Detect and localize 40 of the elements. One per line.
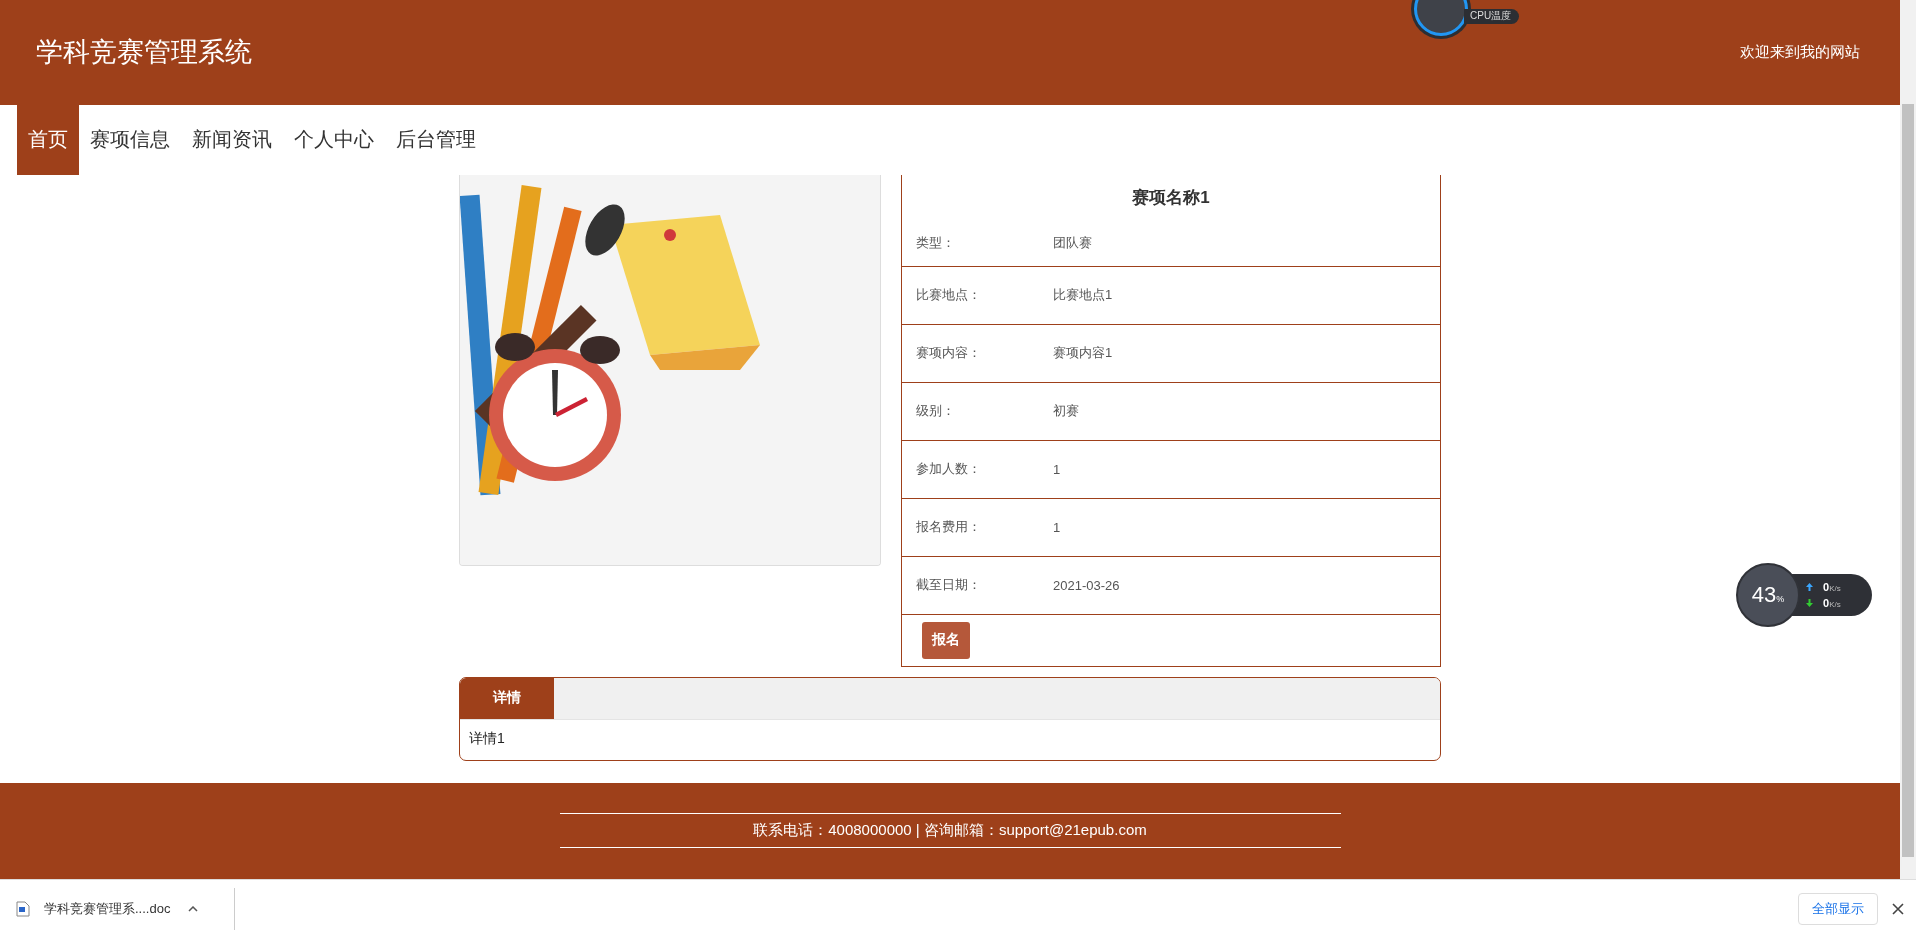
field-value: 初赛 [1053,402,1079,421]
upload-arrow-icon [1806,583,1813,591]
file-name[interactable]: 学科竞赛管理系....doc [44,900,174,918]
field-value: 团队赛 [1053,233,1092,252]
field-label: 参加人数： [916,460,982,479]
nav-item[interactable]: 后台管理 [385,104,487,175]
field-label: 比赛地点： [916,286,982,305]
upload-speed: 0K/s [1823,581,1841,593]
show-all-button[interactable]: 全部显示 [1798,893,1878,925]
field-value: 2021-03-26 [1053,577,1120,593]
field-value: 赛项内容1 [1053,344,1113,363]
field-value: 1 [1053,461,1061,477]
percent-sign: % [1776,594,1785,604]
competition-title: 赛项名称1 [1131,186,1211,209]
details-text: 详情1 [468,728,506,748]
scrollbar[interactable] [1900,0,1916,879]
welcome-text: 欢迎来到我的网站 [1740,42,1860,62]
nav-item[interactable]: 赛项信息 [79,104,181,175]
field-value: 1 [1053,519,1061,535]
close-button[interactable] [1892,903,1904,915]
usage-percent: 43 [1751,582,1777,608]
site-title: 学科竞赛管理系统 [36,36,252,70]
field-value: 比赛地点1 [1053,286,1113,305]
close-icon [1892,903,1904,915]
nav-item[interactable]: 首页 [17,104,79,175]
caret-up-icon[interactable] [188,906,198,912]
field-label: 截至日期： [916,576,982,595]
field-label: 赛项内容： [916,344,982,363]
download-arrow-icon [1806,599,1813,607]
field-label: 级别： [916,402,956,421]
download-speed: 0K/s [1823,597,1841,609]
signup-button[interactable]: 报名 [922,621,970,659]
contact-text: 联系电话：4008000000 | 咨询邮箱：support@21epub.com [559,813,1341,849]
nav-item[interactable]: 个人中心 [283,104,385,175]
field-label: 报名费用： [916,518,982,537]
field-label: 类型： [916,233,956,252]
document-icon [16,901,30,917]
details-tab[interactable]: 详情 [460,677,554,719]
nav-item[interactable]: 新闻资讯 [181,104,283,175]
cpu-label: CPU温度 [1464,9,1520,24]
